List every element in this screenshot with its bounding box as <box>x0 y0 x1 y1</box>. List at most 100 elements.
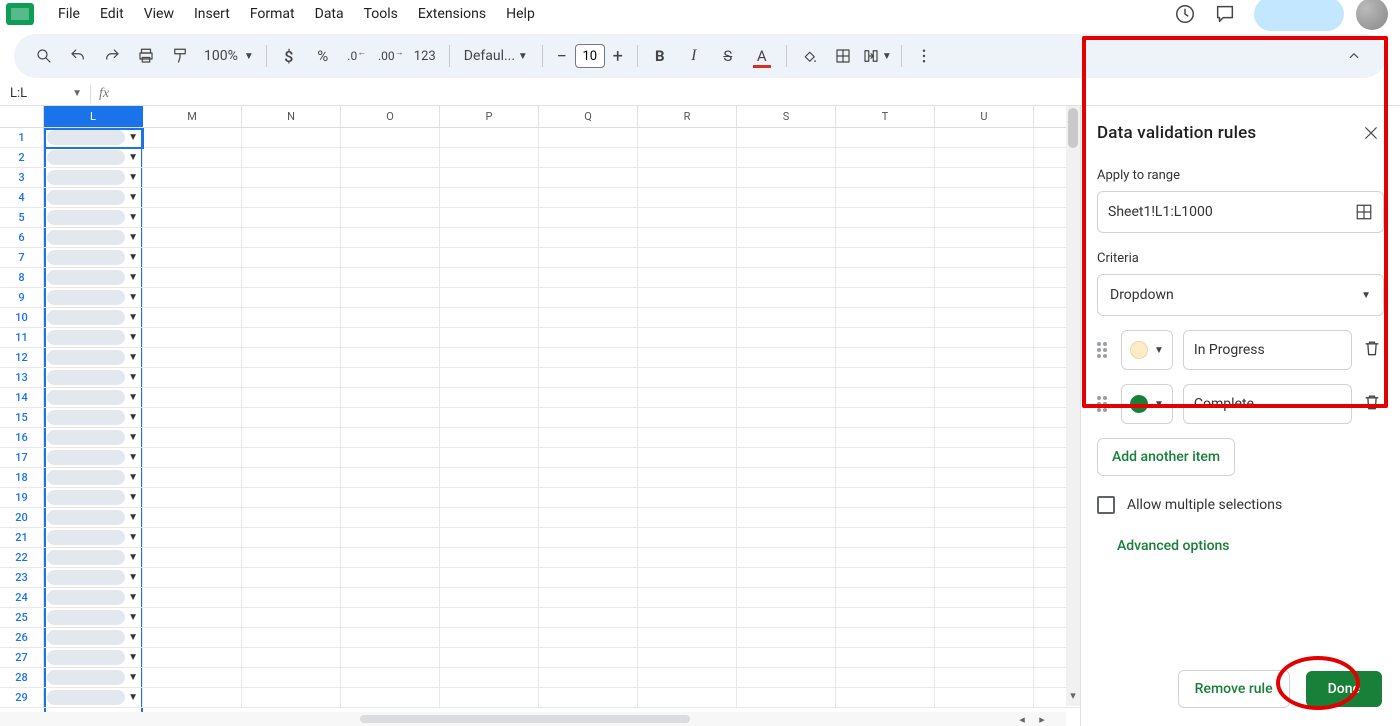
cell[interactable] <box>242 348 341 368</box>
cell[interactable] <box>935 228 1034 248</box>
dropdown-chip[interactable] <box>47 590 125 605</box>
cell[interactable]: ▼ <box>44 308 143 328</box>
menu-edit[interactable]: Edit <box>90 2 134 26</box>
chip-caret-icon[interactable]: ▼ <box>128 672 138 683</box>
name-box[interactable]: L:L▼ <box>0 86 90 101</box>
cell[interactable] <box>242 608 341 628</box>
cell[interactable] <box>341 268 440 288</box>
spreadsheet-grid[interactable]: LMNOPQRSTU 1▼2▼3▼4▼5▼6▼7▼8▼9▼10▼11▼12▼13… <box>0 106 1080 726</box>
cell[interactable] <box>638 448 737 468</box>
chip-caret-icon[interactable]: ▼ <box>128 612 138 623</box>
cell[interactable] <box>737 348 836 368</box>
drag-handle-icon[interactable] <box>1097 342 1111 358</box>
cell[interactable] <box>440 208 539 228</box>
cell[interactable] <box>143 588 242 608</box>
cell[interactable] <box>638 548 737 568</box>
cell[interactable] <box>440 408 539 428</box>
cell[interactable] <box>737 208 836 228</box>
cell[interactable] <box>242 648 341 668</box>
cell[interactable] <box>638 488 737 508</box>
cell[interactable] <box>242 268 341 288</box>
cell[interactable] <box>242 308 341 328</box>
font-size-decrease[interactable]: − <box>549 46 575 67</box>
chip-caret-icon[interactable]: ▼ <box>128 392 138 403</box>
cell[interactable] <box>737 448 836 468</box>
cell[interactable] <box>638 228 737 248</box>
dropdown-chip[interactable] <box>47 450 125 465</box>
cell[interactable]: ▼ <box>44 628 143 648</box>
comment-icon[interactable] <box>1210 0 1240 29</box>
cell[interactable] <box>737 528 836 548</box>
cell[interactable] <box>242 588 341 608</box>
cell[interactable] <box>440 328 539 348</box>
cell[interactable] <box>242 128 341 148</box>
cell[interactable] <box>143 648 242 668</box>
menu-view[interactable]: View <box>134 2 184 26</box>
cell[interactable] <box>539 148 638 168</box>
cell[interactable] <box>242 428 341 448</box>
cell[interactable] <box>737 428 836 448</box>
cell[interactable] <box>242 168 341 188</box>
cell[interactable] <box>143 268 242 288</box>
cell[interactable]: ▼ <box>44 468 143 488</box>
dropdown-chip[interactable] <box>47 490 125 505</box>
cell[interactable] <box>836 428 935 448</box>
chip-caret-icon[interactable]: ▼ <box>128 152 138 163</box>
cell[interactable] <box>737 148 836 168</box>
font-size-increase[interactable]: + <box>605 46 631 67</box>
cell[interactable] <box>242 288 341 308</box>
dropdown-chip[interactable] <box>47 690 125 705</box>
cell[interactable] <box>836 608 935 628</box>
cell[interactable] <box>737 608 836 628</box>
row-header[interactable]: 16 <box>0 428 44 448</box>
chip-caret-icon[interactable]: ▼ <box>128 492 138 503</box>
cell[interactable] <box>638 648 737 668</box>
cell[interactable] <box>440 248 539 268</box>
cell[interactable]: ▼ <box>44 248 143 268</box>
dropdown-chip[interactable] <box>47 270 125 285</box>
cell[interactable] <box>638 168 737 188</box>
cell[interactable] <box>836 188 935 208</box>
row-header[interactable]: 6 <box>0 228 44 248</box>
dropdown-chip[interactable] <box>47 630 125 645</box>
cell[interactable] <box>143 308 242 328</box>
select-range-icon[interactable] <box>1355 203 1373 221</box>
cell[interactable] <box>836 388 935 408</box>
row-header[interactable]: 22 <box>0 548 44 568</box>
cell[interactable] <box>638 148 737 168</box>
cell[interactable]: ▼ <box>44 128 143 148</box>
cell[interactable]: ▼ <box>44 588 143 608</box>
cell[interactable] <box>341 128 440 148</box>
row-header[interactable]: 21 <box>0 528 44 548</box>
cell[interactable]: ▼ <box>44 408 143 428</box>
cell[interactable] <box>935 608 1034 628</box>
cell[interactable] <box>242 408 341 428</box>
cell[interactable] <box>440 588 539 608</box>
row-header[interactable]: 11 <box>0 328 44 348</box>
cell[interactable] <box>341 448 440 468</box>
dropdown-chip[interactable] <box>47 670 125 685</box>
dropdown-chip[interactable] <box>47 390 125 405</box>
cell[interactable] <box>440 308 539 328</box>
row-header[interactable]: 19 <box>0 488 44 508</box>
cell[interactable] <box>440 348 539 368</box>
chip-caret-icon[interactable]: ▼ <box>128 632 138 643</box>
cell[interactable] <box>143 388 242 408</box>
dropdown-chip[interactable] <box>47 550 125 565</box>
add-item-button[interactable]: Add another item <box>1097 438 1235 476</box>
cell[interactable] <box>836 508 935 528</box>
select-all-corner[interactable] <box>0 106 44 127</box>
font-select[interactable]: Defaul...▼ <box>456 48 536 64</box>
cell[interactable] <box>935 428 1034 448</box>
dropdown-chip[interactable] <box>47 610 125 625</box>
cell[interactable] <box>143 628 242 648</box>
cell[interactable] <box>737 588 836 608</box>
cell[interactable]: ▼ <box>44 608 143 628</box>
close-panel-icon[interactable] <box>1358 120 1384 146</box>
cell[interactable] <box>539 608 638 628</box>
cell[interactable] <box>737 188 836 208</box>
cell[interactable] <box>935 508 1034 528</box>
row-header[interactable]: 12 <box>0 348 44 368</box>
increase-decimal-button[interactable]: .00→ <box>375 40 407 72</box>
cell[interactable] <box>836 408 935 428</box>
